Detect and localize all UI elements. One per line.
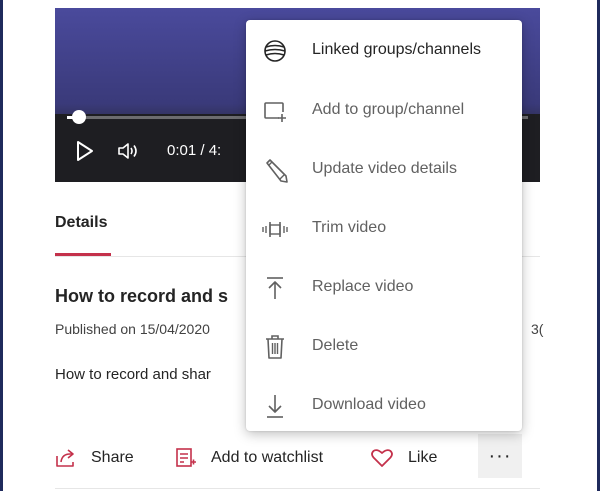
menu-item-download-video[interactable]: Download video [246, 381, 522, 429]
globe-icon [264, 40, 286, 62]
menu-item-label: Download video [312, 396, 426, 413]
like-label: Like [408, 449, 438, 466]
upload-icon [267, 277, 283, 299]
tab-details[interactable]: Details [55, 214, 107, 232]
menu-item-label: Trim video [312, 219, 387, 236]
view-count-fragment: 3( [531, 321, 544, 337]
menu-item-label: Delete [312, 337, 359, 354]
trim-icon [262, 222, 288, 237]
progress-knob[interactable] [71, 110, 86, 124]
published-date: Published on 15/04/2020 [55, 321, 210, 337]
menu-item-label: Linked groups/channels [312, 41, 482, 58]
share-icon [56, 449, 74, 467]
volume-icon [118, 143, 137, 159]
time-display: 0:01 / 4: [167, 142, 222, 159]
download-icon [267, 395, 283, 418]
add-to-watchlist-button[interactable]: Add to watchlist [175, 446, 323, 470]
watchlist-label: Add to watchlist [211, 449, 324, 466]
video-description: How to record and shar [55, 366, 211, 383]
share-label: Share [91, 449, 134, 466]
play-button[interactable] [75, 140, 95, 162]
menu-item-linked-groups[interactable]: Linked groups/channels [246, 26, 522, 74]
menu-item-replace-video[interactable]: Replace video [246, 263, 522, 311]
add-to-group-icon [264, 102, 286, 122]
menu-item-label: Add to group/channel [312, 101, 465, 118]
video-title: How to record and s [55, 286, 229, 306]
more-options-button[interactable]: ··· [478, 434, 522, 478]
menu-item-add-to-group[interactable]: Add to group/channel [246, 86, 522, 134]
more-options-menu: Linked groups/channels Add to group/chan… [246, 20, 522, 431]
menu-item-delete[interactable]: Delete [246, 322, 522, 370]
play-icon [77, 141, 93, 161]
bottom-divider [55, 488, 540, 489]
menu-item-trim-video[interactable]: Trim video [246, 204, 522, 252]
menu-item-label: Replace video [312, 278, 414, 295]
menu-item-label: Update video details [312, 160, 457, 177]
pencil-icon [266, 159, 288, 183]
like-button[interactable]: Like [370, 446, 437, 470]
heart-icon [371, 449, 393, 467]
watchlist-icon [176, 448, 196, 467]
volume-button[interactable] [117, 141, 141, 161]
menu-item-update-details[interactable]: Update video details [246, 145, 522, 193]
trash-icon [266, 335, 284, 359]
share-button[interactable]: Share [55, 446, 134, 470]
